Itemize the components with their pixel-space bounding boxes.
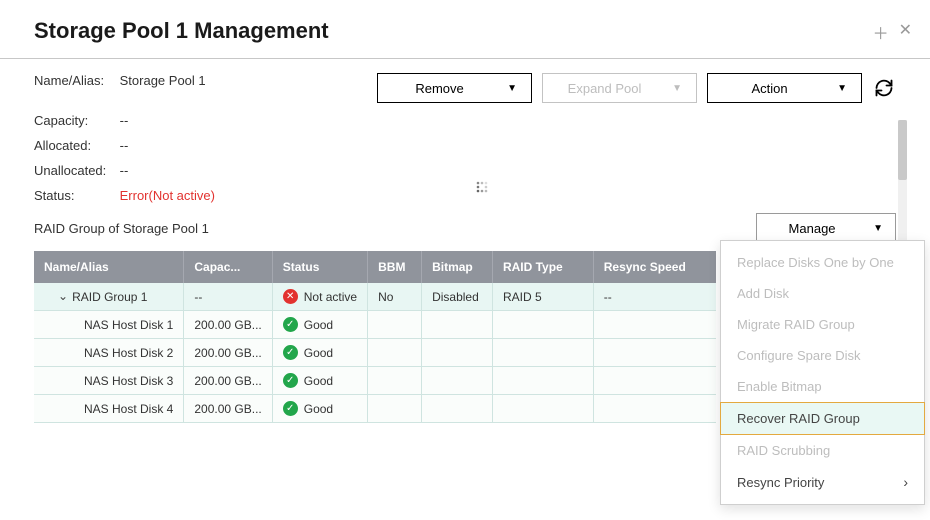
col-status[interactable]: Status (272, 251, 367, 283)
action-button[interactable]: Action ▼ (707, 73, 862, 103)
refresh-icon[interactable] (872, 76, 896, 100)
allocated-row: Allocated: -- (34, 138, 896, 153)
col-bitmap[interactable]: Bitmap (422, 251, 493, 283)
table-row-disk[interactable]: NAS Host Disk 1200.00 GB...✓Good (34, 311, 716, 339)
manage-button[interactable]: Manage ▼ (756, 213, 896, 243)
table-row-group[interactable]: ⌄RAID Group 1--✕Not activeNoDisabledRAID… (34, 283, 716, 311)
raid-table: Name/Alias Capac... Status BBM Bitmap RA… (34, 251, 716, 423)
col-raid-type[interactable]: RAID Type (492, 251, 593, 283)
menu-recover-raid-group[interactable]: Recover RAID Group (720, 402, 925, 435)
col-resync[interactable]: Resync Speed (593, 251, 716, 283)
menu-migrate: Migrate RAID Group (721, 309, 924, 340)
page-header: Storage Pool 1 Management ＋ ✕ (0, 0, 930, 59)
col-capacity[interactable]: Capac... (184, 251, 272, 283)
close-icon[interactable]: ✕ (899, 20, 912, 44)
capacity-row: Capacity: -- (34, 113, 896, 128)
error-icon: ✕ (283, 289, 298, 304)
col-bbm[interactable]: BBM (368, 251, 422, 283)
table-header-row: Name/Alias Capac... Status BBM Bitmap RA… (34, 251, 716, 283)
menu-scrub: RAID Scrubbing (721, 435, 924, 466)
check-icon: ✓ (283, 345, 298, 360)
plus-icon[interactable]: ＋ (873, 20, 889, 44)
scrollbar-thumb[interactable] (898, 120, 907, 180)
expand-pool-button: Expand Pool ▼ (542, 73, 697, 103)
caret-down-icon: ▼ (672, 83, 682, 94)
check-icon: ✓ (283, 317, 298, 332)
menu-enable-bitmap: Enable Bitmap (721, 371, 924, 402)
manage-dropdown-menu: Replace Disks One by One Add Disk Migrat… (720, 240, 925, 505)
raid-group-label: RAID Group of Storage Pool 1 (34, 221, 209, 236)
table-row-disk[interactable]: NAS Host Disk 3200.00 GB...✓Good (34, 367, 716, 395)
remove-button[interactable]: Remove ▼ (377, 73, 532, 103)
table-row-disk[interactable]: NAS Host Disk 2200.00 GB...✓Good (34, 339, 716, 367)
menu-resync-priority[interactable]: Resync Priority › (721, 466, 924, 498)
table-row-disk[interactable]: NAS Host Disk 4200.00 GB...✓Good (34, 395, 716, 423)
menu-add-disk: Add Disk (721, 278, 924, 309)
menu-spare: Configure Spare Disk (721, 340, 924, 371)
status-row: Status: Error(Not active) (34, 188, 896, 203)
name-alias-row: Name/Alias: Storage Pool 1 (34, 73, 377, 88)
chevron-right-icon: › (903, 474, 908, 490)
caret-down-icon: ▼ (837, 83, 847, 94)
unallocated-row: Unallocated: -- (34, 163, 896, 178)
menu-replace-disks: Replace Disks One by One (721, 247, 924, 278)
loading-spinner-icon (476, 181, 488, 193)
check-icon: ✓ (283, 373, 298, 388)
chevron-down-icon[interactable]: ⌄ (58, 289, 68, 303)
caret-down-icon: ▼ (507, 83, 517, 94)
caret-down-icon: ▼ (873, 223, 883, 234)
page-title: Storage Pool 1 Management (34, 18, 896, 44)
col-name[interactable]: Name/Alias (34, 251, 184, 283)
check-icon: ✓ (283, 401, 298, 416)
